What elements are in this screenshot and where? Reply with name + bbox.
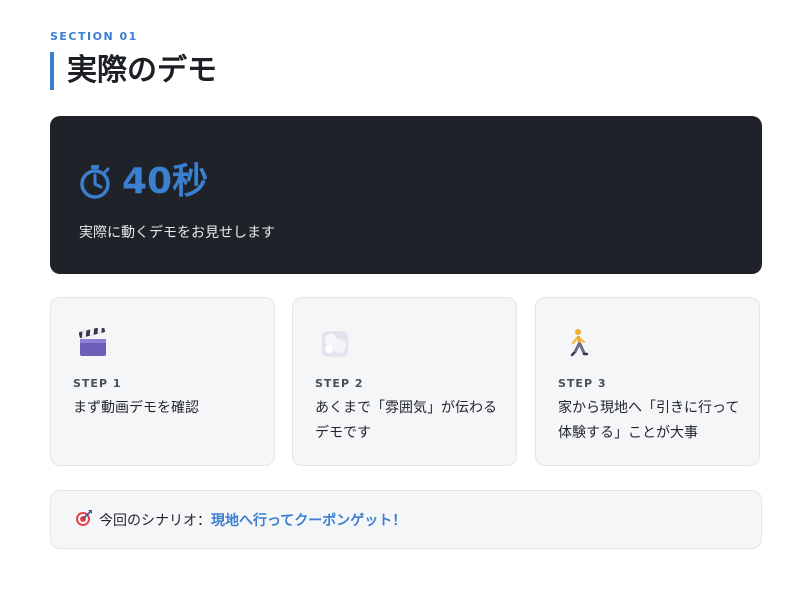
step-card-2: STEP 2 あくまで「雰囲気」が伝わるデモです <box>292 297 517 466</box>
step-description: まず動画デモを確認 <box>73 400 199 416</box>
step-label: STEP 2 <box>315 377 364 390</box>
scenario-prefix: 今回のシナリオ： <box>99 512 211 529</box>
scenario-banner: 今回のシナリオ： 現地へ行ってクーポンゲット！ <box>50 490 762 549</box>
step-label: STEP 1 <box>73 377 122 390</box>
slide-page: SECTION 01 実際のデモ 40秒 実際に動くデモをお見せします STEP… <box>0 0 804 597</box>
step-label: STEP 3 <box>558 377 607 390</box>
step-card-1: STEP 1 まず動画デモを確認 <box>50 297 275 466</box>
step-card-3: STEP 3 家から現地へ「引きに行って体験する」ことが大事 <box>535 297 760 466</box>
section-label: SECTION 01 <box>50 30 138 43</box>
hero-duration-value: 40秒 <box>122 161 209 202</box>
title-block: 実際のデモ <box>50 52 217 90</box>
target-icon <box>75 509 93 531</box>
hero-caption: 実際に動くデモをお見せします <box>79 225 275 241</box>
step-description: あくまで「雰囲気」が伝わるデモです <box>315 400 497 441</box>
clapper-board-icon <box>78 326 107 358</box>
scenario-highlight: 現地へ行ってクーポンゲット！ <box>211 512 407 529</box>
stopwatch-icon <box>78 164 112 200</box>
hero-panel: 40秒 実際に動くデモをお見せします <box>50 116 762 274</box>
hero-stat: 40秒 <box>78 160 208 204</box>
fog-icon <box>321 328 349 358</box>
walking-person-icon <box>564 328 592 358</box>
page-title: 実際のデモ <box>67 53 217 88</box>
step-description: 家から現地へ「引きに行って体験する」ことが大事 <box>558 400 740 441</box>
